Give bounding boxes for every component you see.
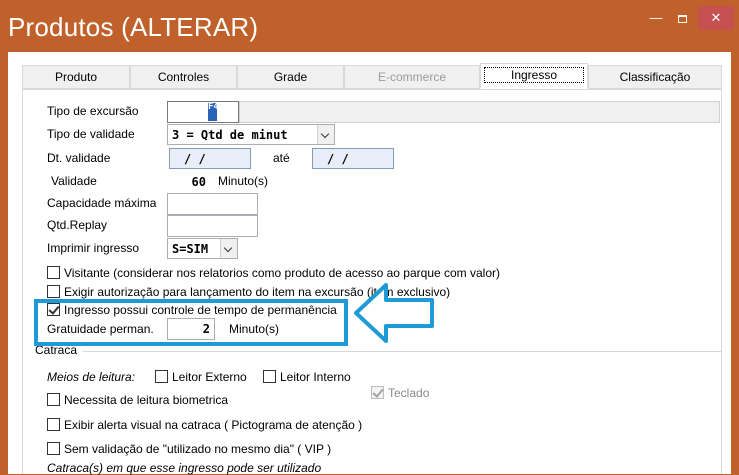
leitor-externo-checkbox[interactable] (155, 370, 168, 383)
tab-controles[interactable]: Controles (130, 65, 237, 89)
leitor-interno-checkbox[interactable] (263, 370, 276, 383)
sem-validacao-label: Sem validação de "utilizado no mesmo dia… (64, 442, 332, 456)
qtd-replay-label: Qtd.Replay (47, 218, 108, 232)
tipo-validade-label: Tipo de validade (47, 127, 135, 141)
tab-ingresso[interactable]: Ingresso (480, 63, 588, 89)
visitante-label: Visitante (considerar nos relatorios com… (64, 266, 501, 280)
biometrica-label: Necessita de leitura biometrica (64, 393, 229, 407)
teclado-checkbox[interactable] (371, 386, 384, 399)
biometrica-checkbox[interactable] (47, 393, 60, 406)
tab-strip: Produto Controles Grade E-commerce Ingre… (22, 63, 722, 89)
title-bar: Produtos (ALTERAR) — ✕ (0, 0, 739, 52)
minimize-icon: — (649, 10, 663, 25)
capacidade-input[interactable] (167, 193, 258, 215)
validade-input[interactable]: 60 (167, 171, 209, 192)
visitante-checkbox[interactable] (47, 266, 60, 279)
catracas-list-label: Catraca(s) em que esse ingresso pode ser… (47, 461, 322, 475)
ate-label: até (273, 151, 290, 165)
tab-classificacao[interactable]: Classificação (588, 65, 722, 89)
meios-leitura-label: Meios de leitura: (47, 370, 136, 384)
dt-validade-to-input[interactable]: / / (312, 148, 394, 169)
tab-grade[interactable]: Grade (237, 65, 344, 89)
sem-validacao-checkbox[interactable] (47, 442, 60, 455)
close-button[interactable]: ✕ (698, 6, 734, 30)
leitor-externo-label: Leitor Externo (172, 370, 247, 384)
dt-validade-from-input[interactable]: / / (169, 148, 251, 169)
imprimir-select[interactable]: S=SIM (167, 238, 238, 259)
imprimir-label: Imprimir ingresso (47, 241, 140, 255)
validade-unit: Minuto(s) (218, 174, 269, 188)
window-client: Produto Controles Grade E-commerce Ingre… (8, 52, 731, 475)
tipo-excursao-input[interactable]: F4 (167, 101, 239, 123)
alerta-visual-checkbox[interactable] (47, 418, 60, 431)
tipo-excursao-label: Tipo de excursão (47, 104, 139, 118)
chevron-down-icon[interactable] (317, 125, 334, 144)
tab-produto[interactable]: Produto (22, 65, 130, 89)
close-icon: ✕ (710, 10, 722, 25)
teclado-label: Teclado (388, 386, 430, 400)
qtd-replay-input[interactable] (167, 215, 258, 237)
validade-label: Validade (51, 174, 97, 188)
highlight-frame (34, 299, 348, 346)
tab-ecommerce[interactable]: E-commerce (344, 65, 480, 89)
pointer-arrow-icon (354, 283, 434, 343)
chevron-down-icon[interactable] (220, 239, 237, 258)
leitor-interno-label: Leitor Interno (280, 370, 351, 384)
minimize-button[interactable]: — (646, 6, 666, 30)
exigir-checkbox[interactable] (47, 285, 60, 298)
capacidade-label: Capacidade máxima (47, 196, 157, 210)
tipo-validade-select[interactable]: 3 = Qtd de minut (167, 124, 335, 145)
window-title: Produtos (ALTERAR) (8, 12, 259, 42)
maximize-icon (677, 14, 687, 23)
f4-lookup-button[interactable]: F4 (208, 103, 219, 121)
catraca-separator (83, 351, 721, 352)
maximize-button[interactable] (672, 6, 692, 30)
dt-validade-label: Dt. validade (47, 151, 111, 165)
alerta-visual-label: Exibir alerta visual na catraca ( Pictog… (64, 418, 363, 432)
tipo-excursao-description (239, 101, 720, 123)
